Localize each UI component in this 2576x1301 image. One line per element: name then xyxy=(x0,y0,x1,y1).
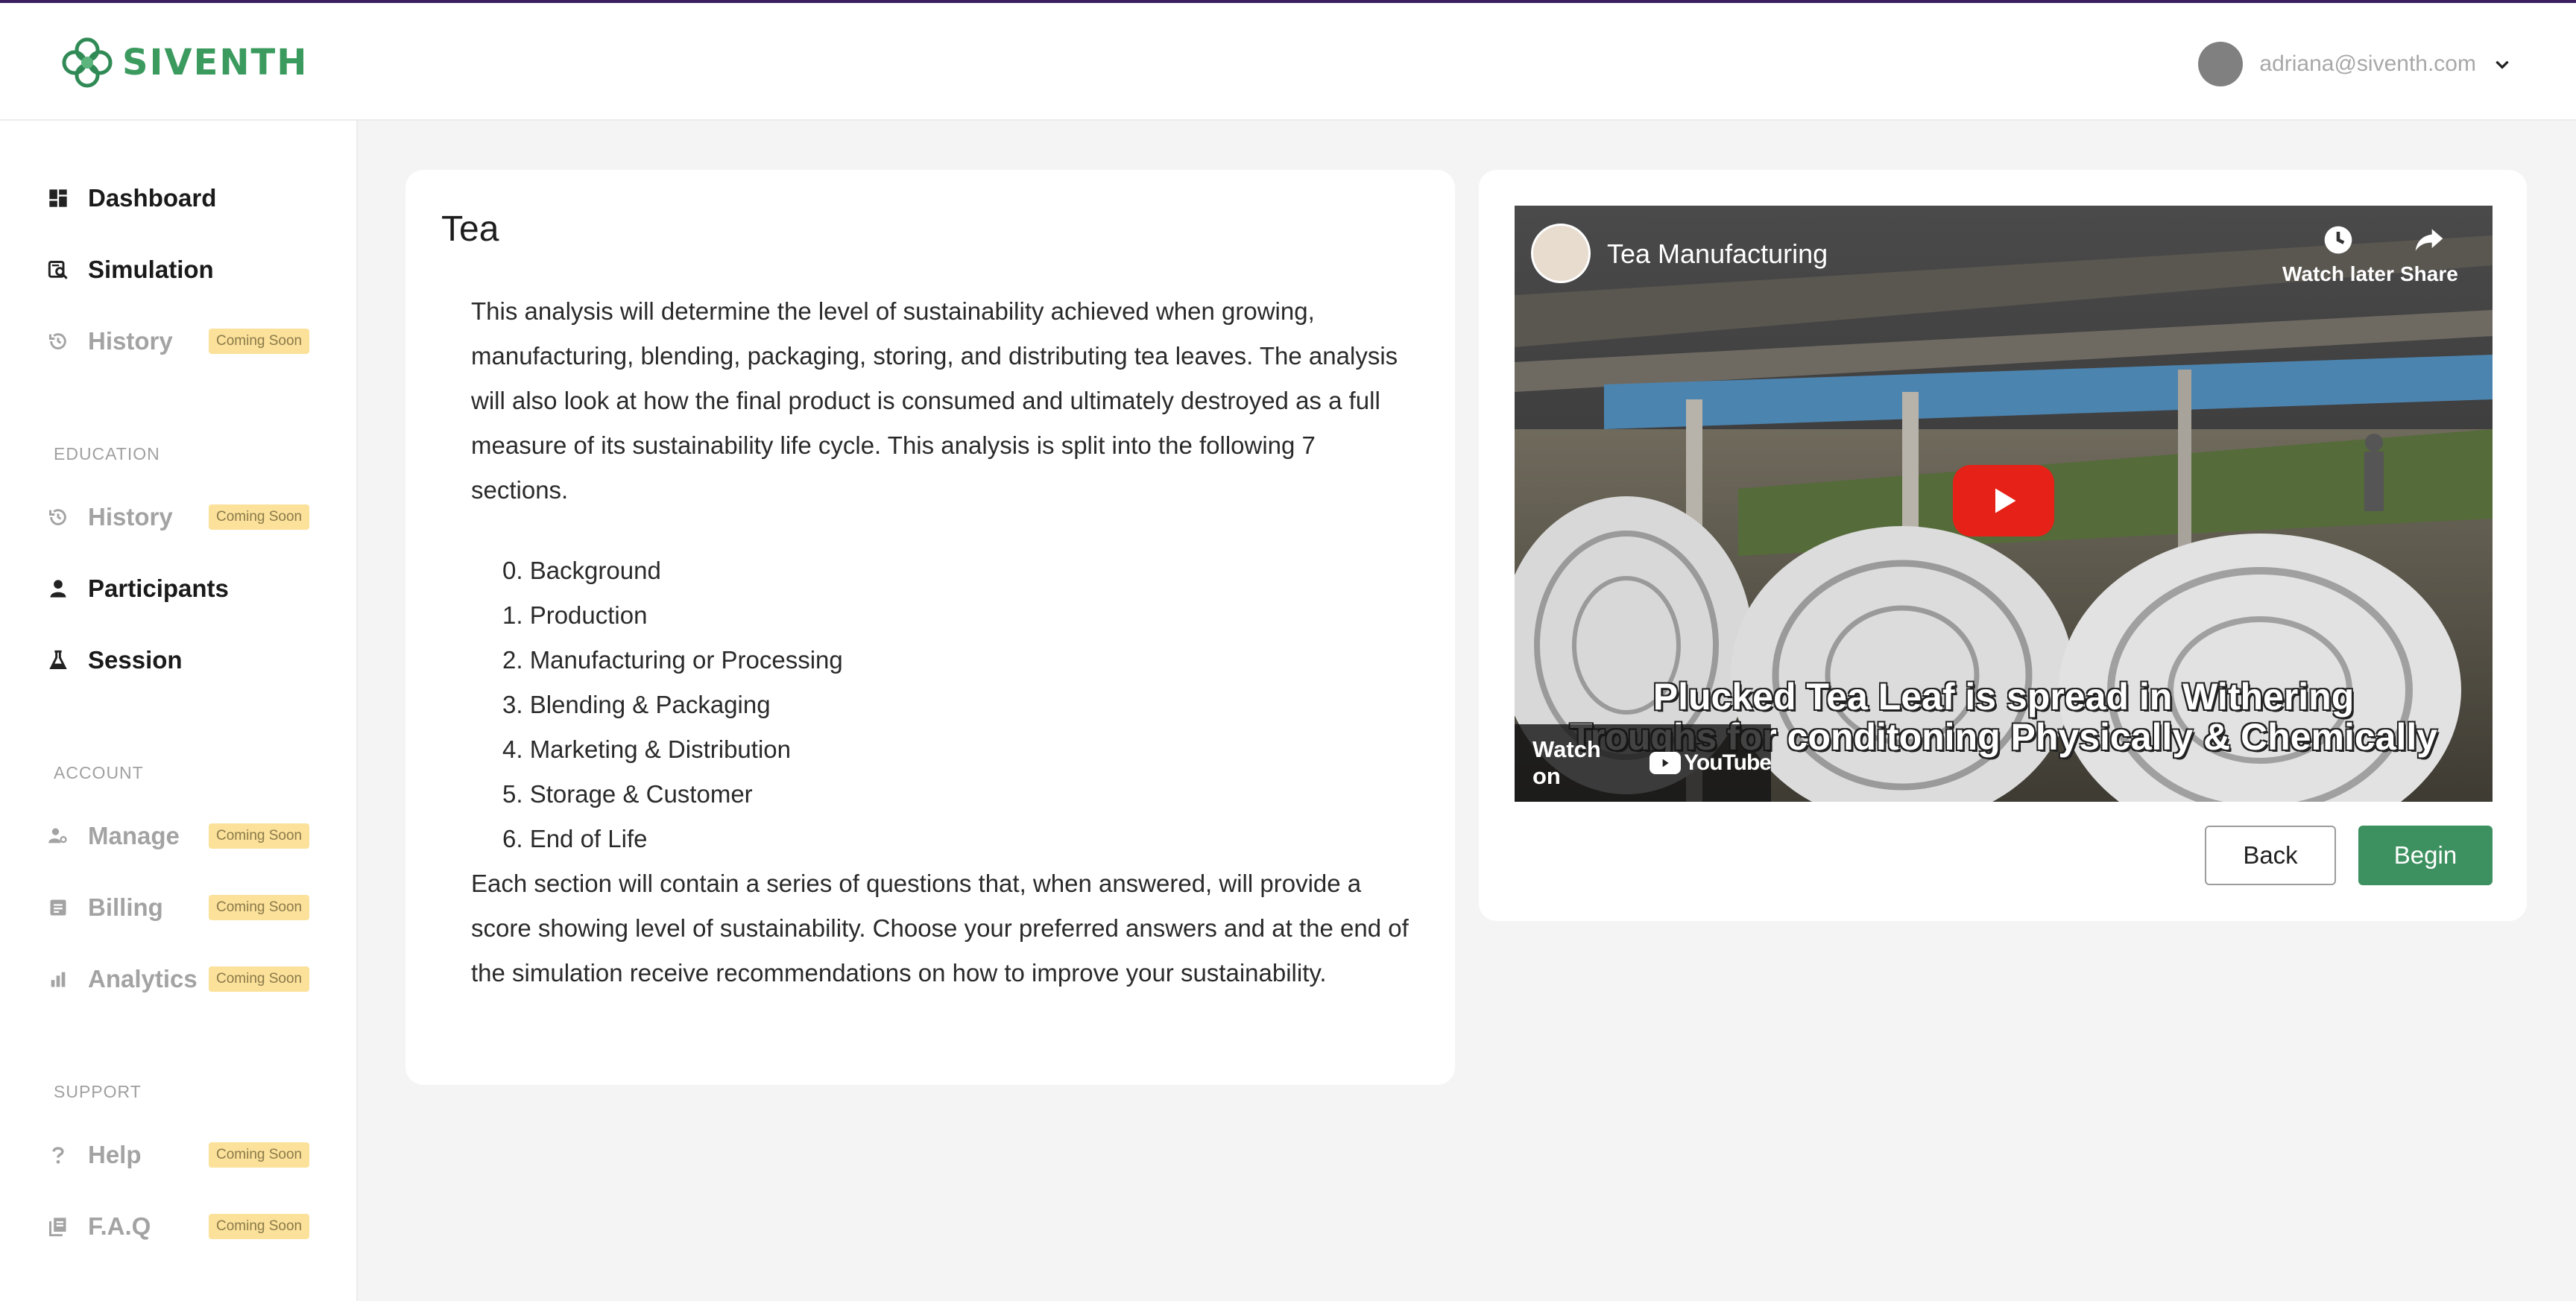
sidebar-item-session[interactable]: Session xyxy=(45,638,343,683)
chevron-down-icon[interactable] xyxy=(2493,54,2512,74)
page-title: Tea xyxy=(441,209,499,249)
sidebar-item-label: Session xyxy=(88,646,183,674)
history-icon xyxy=(45,328,72,355)
share-button[interactable]: Share xyxy=(2400,224,2458,286)
section-title-support: SUPPORT xyxy=(54,1082,142,1101)
sidebar-item-dashboard[interactable]: Dashboard xyxy=(45,176,343,221)
share-label: Share xyxy=(2400,262,2458,285)
coming-soon-badge: Coming Soon xyxy=(209,895,310,920)
video-caption-line-1: Plucked Tea Leaf is spread in Withering xyxy=(1652,676,2355,718)
sidebar-item-participants[interactable]: Participants xyxy=(45,566,343,611)
watch-later-button[interactable]: Watch later xyxy=(2282,224,2394,286)
share-arrow-icon xyxy=(2415,229,2443,251)
video-title[interactable]: Tea Manufacturing xyxy=(1607,238,1828,270)
bar-chart-icon xyxy=(45,966,72,993)
sidebar-item-label: Participants xyxy=(88,574,229,602)
list-item: 1. Production xyxy=(502,601,648,629)
sidebar-item-label: Billing xyxy=(88,893,163,921)
dashboard-icon xyxy=(45,185,72,212)
top-header: SIVENTH adriana@siventh.com xyxy=(0,3,2576,121)
siventh-logo-icon xyxy=(62,37,113,88)
coming-soon-badge: Coming Soon xyxy=(209,504,310,530)
coming-soon-badge: Coming Soon xyxy=(209,329,310,354)
sidebar-item-analytics[interactable]: Analytics Coming Soon xyxy=(45,957,343,1001)
outro-paragraph: Each section will contain a series of qu… xyxy=(471,870,1409,987)
coming-soon-badge: Coming Soon xyxy=(209,823,310,849)
simulation-icon xyxy=(45,256,72,283)
sidebar-item-label: Manage xyxy=(88,822,180,849)
list-item: 4. Marketing & Distribution xyxy=(502,735,791,763)
sidebar-item-history[interactable]: History Coming Soon xyxy=(45,319,343,364)
brand-name: SIVENTH xyxy=(122,42,309,83)
avatar[interactable] xyxy=(2198,42,2244,86)
user-menu[interactable]: adriana@siventh.com xyxy=(2198,42,2512,86)
brand-logo[interactable]: SIVENTH xyxy=(60,33,308,92)
play-button[interactable] xyxy=(1953,465,2054,536)
youtube-wordmark: YouTube xyxy=(1684,750,1772,775)
sidebar-item-faq[interactable]: F.A.Q Coming Soon xyxy=(45,1204,343,1249)
simulation-intro-card: Tea This analysis will determine the lev… xyxy=(405,170,1455,1085)
clock-icon xyxy=(2324,226,2352,254)
section-list: 0. Background 1. Production 2. Manufactu… xyxy=(502,548,843,861)
sidebar-item-label: History xyxy=(88,503,173,531)
manage-users-icon xyxy=(45,823,72,849)
youtube-embed[interactable]: Tea Manufacturing Watch later Share Pluc… xyxy=(1515,206,2493,802)
play-icon xyxy=(1995,488,2016,513)
back-button[interactable]: Back xyxy=(2205,826,2336,885)
coming-soon-badge: Coming Soon xyxy=(209,1214,310,1239)
list-item: 3. Blending & Packaging xyxy=(502,691,771,718)
intro-paragraph: This analysis will determine the level o… xyxy=(471,297,1398,504)
section-title-education: EDUCATION xyxy=(54,444,160,463)
coming-soon-badge: Coming Soon xyxy=(209,1142,310,1168)
sidebar-item-education-history[interactable]: History Coming Soon xyxy=(45,495,343,539)
sidebar-item-label: Dashboard xyxy=(88,184,217,212)
watch-on-youtube-link[interactable]: Watch on YouTube xyxy=(1515,724,1772,802)
question-icon xyxy=(45,1142,72,1168)
list-item: 5. Storage & Customer xyxy=(502,780,753,808)
flask-icon xyxy=(45,647,72,674)
sidebar-item-label: History xyxy=(88,327,173,355)
begin-button[interactable]: Begin xyxy=(2358,826,2493,885)
sidebar-item-simulation[interactable]: Simulation xyxy=(45,247,343,292)
user-email: adriana@siventh.com xyxy=(2259,51,2476,76)
watch-later-label: Watch later xyxy=(2282,262,2394,285)
section-title-account: ACCOUNT xyxy=(54,763,144,782)
watch-on-label: Watch on xyxy=(1532,736,1601,789)
sidebar: Dashboard Simulation History Coming Soon… xyxy=(0,121,358,1301)
sidebar-item-manage[interactable]: Manage Coming Soon xyxy=(45,814,343,858)
youtube-logo-icon: YouTube xyxy=(1650,750,1772,776)
sidebar-item-billing[interactable]: Billing Coming Soon xyxy=(45,885,343,930)
sidebar-item-label: Simulation xyxy=(88,256,214,283)
faq-icon xyxy=(45,1213,72,1240)
person-icon xyxy=(45,575,72,602)
sidebar-item-label: F.A.Q xyxy=(88,1212,151,1240)
list-item: 6. End of Life xyxy=(502,825,648,852)
sidebar-item-help[interactable]: Help Coming Soon xyxy=(45,1133,343,1177)
video-card: Tea Manufacturing Watch later Share Pluc… xyxy=(1479,170,2527,921)
history-icon xyxy=(45,504,72,531)
list-item: 0. Background xyxy=(502,557,661,584)
sidebar-item-label: Analytics xyxy=(88,965,198,993)
list-item: 2. Manufacturing or Processing xyxy=(502,646,843,674)
channel-avatar[interactable] xyxy=(1531,224,1591,283)
billing-icon xyxy=(45,894,72,921)
coming-soon-badge: Coming Soon xyxy=(209,966,310,992)
sidebar-item-label: Help xyxy=(88,1141,142,1168)
